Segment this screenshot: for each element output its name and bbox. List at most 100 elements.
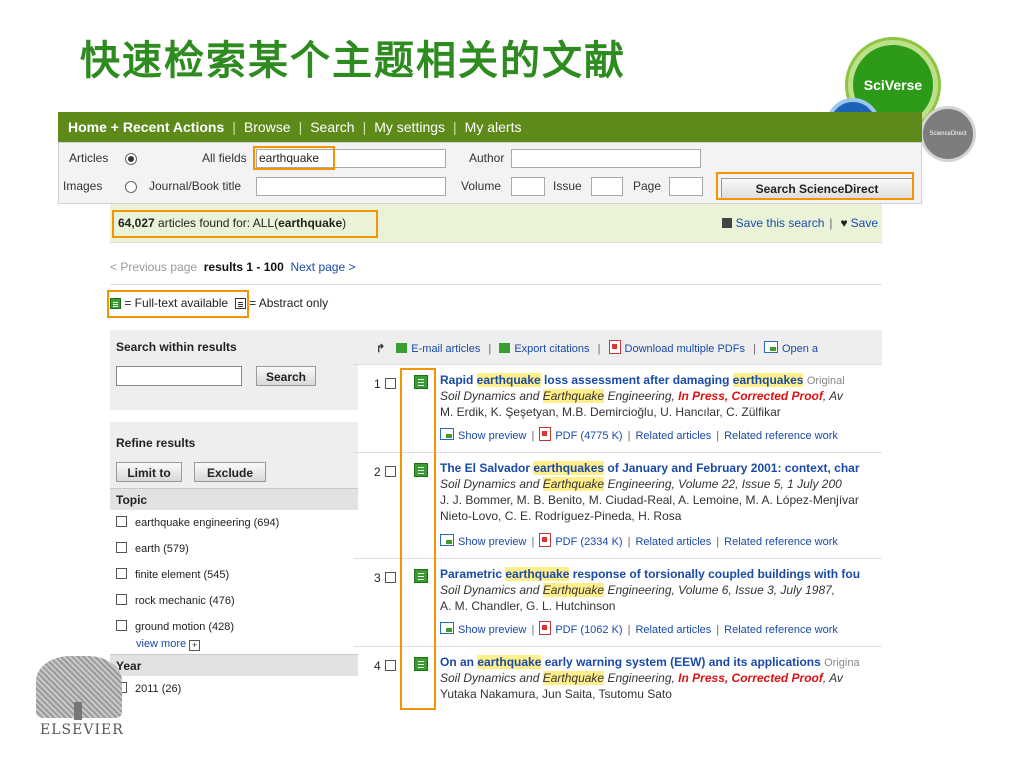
pdf-link[interactable]: PDF (1062 K) xyxy=(555,624,622,636)
related-reference-link[interactable]: Related reference work xyxy=(724,430,838,442)
topic-facet-item[interactable]: earth (579) xyxy=(116,542,189,555)
title-text: response of torsionally coupled building… xyxy=(569,567,861,581)
checkbox[interactable] xyxy=(116,568,127,579)
checkbox[interactable] xyxy=(116,516,127,527)
result-checkbox[interactable] xyxy=(384,466,396,477)
topic-label: earthquake engineering (694) xyxy=(135,517,280,529)
show-preview-link[interactable]: Show preview xyxy=(458,430,526,442)
view-more-label: view more xyxy=(136,638,187,650)
tree-trunk xyxy=(74,702,82,720)
related-articles-link[interactable]: Related articles xyxy=(635,624,711,636)
source-text: Soil Dynamics and xyxy=(440,671,543,685)
pdf-icon xyxy=(539,621,552,635)
pipe: | xyxy=(627,536,631,548)
search-within-button[interactable]: Search xyxy=(256,366,316,386)
export-citations-link[interactable]: Export citations xyxy=(514,343,589,355)
source-text: Soil Dynamics and xyxy=(440,583,543,597)
source-text: Soil Dynamics and xyxy=(440,389,543,403)
related-articles-link[interactable]: Related articles xyxy=(635,536,711,548)
topic-facet-item[interactable]: rock mechanic (476) xyxy=(116,594,235,607)
in-press-label: In Press, Corrected Proof xyxy=(678,389,823,403)
download-pdfs-link[interactable]: Download multiple PDFs xyxy=(625,343,745,355)
email-icon xyxy=(396,343,408,353)
result-number: 3 xyxy=(374,571,396,585)
result-title-link[interactable]: The El Salvador earthquakes of January a… xyxy=(440,461,880,475)
related-articles-link[interactable]: Related articles xyxy=(635,430,711,442)
next-page-link[interactable]: Next page > xyxy=(290,260,355,274)
abstract-legend-text: = Abstract only xyxy=(249,296,329,310)
result-title-link[interactable]: Rapid earthquake loss assessment after d… xyxy=(440,373,880,387)
pipe: | xyxy=(753,343,756,355)
view-more-link[interactable]: view more + xyxy=(136,638,201,651)
result-number: 4 xyxy=(374,659,396,673)
limit-to-button[interactable]: Limit to xyxy=(116,462,182,482)
pdf-link[interactable]: PDF (4775 K) xyxy=(555,430,622,442)
show-preview-link[interactable]: Show preview xyxy=(458,536,526,548)
nav-my-alerts[interactable]: My alerts xyxy=(465,119,522,135)
journal-label: Journal/Book title xyxy=(149,179,242,193)
pipe: | xyxy=(597,343,601,355)
checkbox[interactable] xyxy=(116,594,127,605)
result-checkbox[interactable] xyxy=(384,378,396,389)
select-arrow-icon[interactable]: ↱ xyxy=(376,342,385,355)
topic-facet-item[interactable]: ground motion (428) xyxy=(116,620,234,633)
images-label: Images xyxy=(63,179,103,193)
page-label: Page xyxy=(633,179,662,193)
year-facet-item[interactable]: 2011 (26) xyxy=(116,682,181,695)
email-articles-link[interactable]: E-mail articles xyxy=(411,343,480,355)
result-title-link[interactable]: On an earthquake early warning system (E… xyxy=(440,655,880,669)
keyword-highlight: earthquake xyxy=(476,373,541,387)
nav-home[interactable]: Home + Recent Actions xyxy=(68,119,224,135)
images-radio[interactable] xyxy=(125,181,137,193)
related-reference-link[interactable]: Related reference work xyxy=(724,624,838,636)
journal-input[interactable] xyxy=(256,177,446,196)
keyword-highlight: earthquake xyxy=(505,567,570,581)
issue-input[interactable] xyxy=(591,177,623,196)
author-label: Author xyxy=(469,151,505,165)
save-search-link[interactable]: Save this search xyxy=(736,216,825,230)
articles-radio[interactable] xyxy=(125,153,137,165)
nav-my-settings[interactable]: My settings xyxy=(374,119,445,135)
related-reference-link[interactable]: Related reference work xyxy=(724,536,838,548)
result-links: Show preview | PDF (2334 K) | Related articl… xyxy=(440,533,880,548)
search-within-input[interactable] xyxy=(116,366,242,386)
result-checkbox[interactable] xyxy=(384,572,396,583)
refine-heading: Refine results xyxy=(116,436,196,450)
pdf-link[interactable]: PDF (2334 K) xyxy=(555,536,622,548)
pipe: | xyxy=(531,536,535,548)
pdf-icon xyxy=(608,340,621,354)
checkbox[interactable] xyxy=(116,620,127,631)
open-link[interactable]: Open a xyxy=(782,343,818,355)
keyword-highlight: Earthquake xyxy=(542,671,605,685)
checkbox[interactable] xyxy=(116,542,127,553)
source-text: Engineering, xyxy=(604,389,679,403)
expand-plus-icon: + xyxy=(189,640,201,651)
result-checkbox[interactable] xyxy=(384,660,396,671)
nav-search[interactable]: Search xyxy=(310,119,354,135)
save-alert-link[interactable]: Save xyxy=(851,216,878,230)
result-links: Show preview | PDF (4775 K) | Related articl… xyxy=(440,427,880,442)
sciencedirect-screenshot: Home + Recent Actions | Browse | Search … xyxy=(58,112,922,732)
author-input[interactable] xyxy=(511,149,701,168)
volume-input[interactable] xyxy=(511,177,545,196)
topic-facet-item[interactable]: finite element (545) xyxy=(116,568,229,581)
result-title-link[interactable]: Parametric earthquake response of torsio… xyxy=(440,567,880,581)
previous-page-link[interactable]: < Previous page xyxy=(110,260,197,274)
sciverse-logo-text: SciVerse xyxy=(863,77,923,93)
result-source: Soil Dynamics and Earthquake Engineering… xyxy=(440,477,880,491)
nav-browse[interactable]: Browse xyxy=(244,119,291,135)
article-type: Original xyxy=(806,375,845,387)
exclude-button[interactable]: Exclude xyxy=(194,462,266,482)
topic-facet-heading: Topic xyxy=(110,488,358,510)
show-preview-link[interactable]: Show preview xyxy=(458,624,526,636)
page-input[interactable] xyxy=(669,177,703,196)
search-within-heading: Search within results xyxy=(116,340,237,354)
nav-sep: | xyxy=(232,119,236,135)
result-authors: A. M. Chandler, G. L. Hutchinson xyxy=(440,599,616,613)
pager: < Previous page results 1 - 100 Next pag… xyxy=(110,260,356,274)
source-text: Soil Dynamics and xyxy=(440,477,543,491)
export-icon xyxy=(499,343,511,353)
title-text: Rapid xyxy=(440,373,477,387)
articles-label: Articles xyxy=(69,151,109,165)
topic-facet-item[interactable]: earthquake engineering (694) xyxy=(116,516,279,529)
